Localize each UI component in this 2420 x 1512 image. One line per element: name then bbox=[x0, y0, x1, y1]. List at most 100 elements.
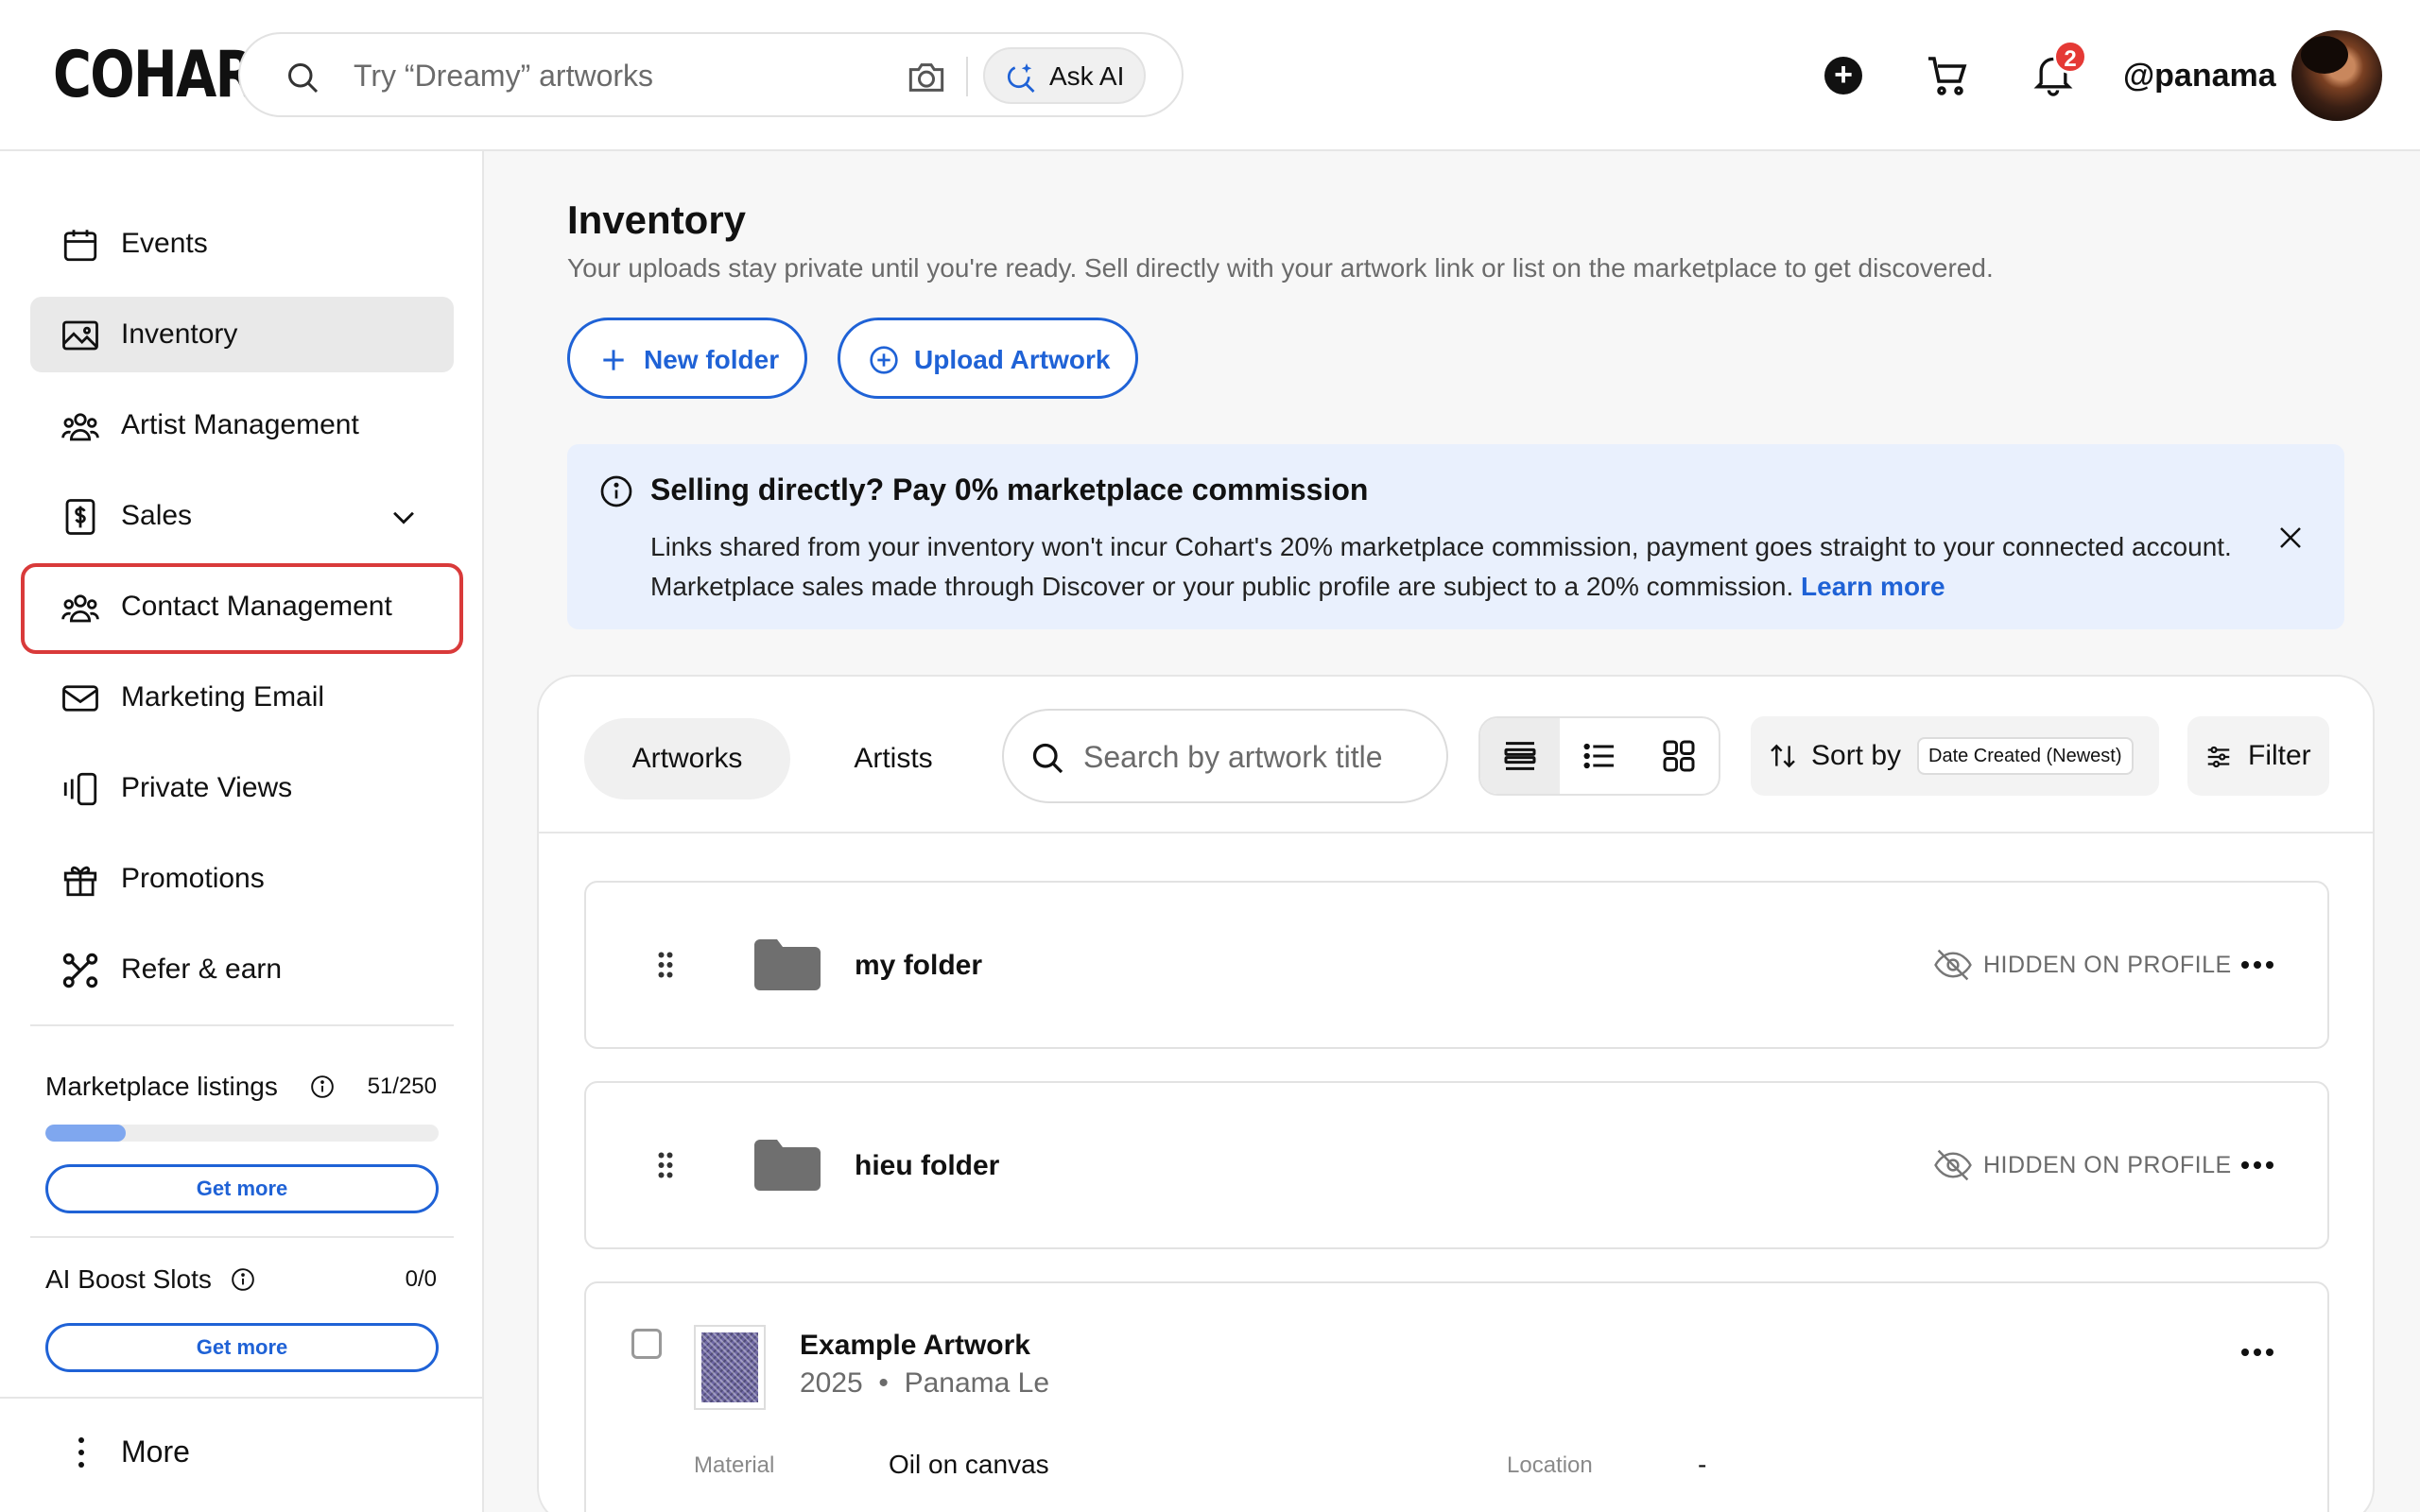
calendar-icon bbox=[63, 230, 97, 262]
more-menu-label[interactable]: More bbox=[121, 1431, 190, 1472]
sort-value-chip: Date Created (Newest) bbox=[1917, 737, 2134, 775]
marketplace-get-more-button[interactable]: Get more bbox=[45, 1164, 439, 1213]
sidebar-item-inventory[interactable]: Inventory bbox=[30, 297, 454, 372]
sidebar-item-marketing-email[interactable]: Marketing Email bbox=[30, 660, 454, 735]
list-icon bbox=[1583, 743, 1614, 769]
sidebar-item-label: Private Views bbox=[121, 772, 293, 803]
info-icon[interactable] bbox=[231, 1267, 255, 1292]
sidebar-item-private-views[interactable]: Private Views bbox=[30, 750, 454, 826]
folder-icon bbox=[754, 939, 821, 990]
more-horizontal-icon[interactable] bbox=[2240, 960, 2274, 970]
sidebar-item-label: Refer & earn bbox=[121, 954, 283, 985]
sort-arrows-icon bbox=[1771, 744, 1795, 768]
plus-circle-icon bbox=[870, 346, 898, 374]
banner-title: Selling directly? Pay 0% marketplace com… bbox=[650, 472, 1369, 507]
sidebar-item-refer-earn[interactable]: Refer & earn bbox=[30, 932, 454, 1007]
page-subtitle: Your uploads stay private until you're r… bbox=[567, 253, 1994, 283]
drag-handle-icon[interactable] bbox=[656, 951, 675, 979]
view-mode-toggle bbox=[1478, 716, 1720, 796]
top-header: COHART Try “Dreamy” artworks Ask AI + 2 … bbox=[0, 0, 2420, 151]
sort-by-button[interactable]: Sort by Date Created (Newest) bbox=[1751, 716, 2159, 796]
new-folder-label: New folder bbox=[644, 345, 780, 374]
toolbar-divider bbox=[539, 832, 2373, 833]
sidebar-item-promotions[interactable]: Promotions bbox=[30, 841, 454, 917]
close-icon[interactable] bbox=[2276, 524, 2305, 552]
tab-artworks[interactable]: Artworks bbox=[584, 718, 790, 799]
marketplace-listings-title: Marketplace listings bbox=[45, 1072, 278, 1101]
folder-name[interactable]: my folder bbox=[855, 947, 982, 985]
progress-fill bbox=[45, 1125, 126, 1142]
visibility-status: HIDDEN ON PROFILE bbox=[1983, 1152, 2232, 1178]
gift-icon bbox=[63, 866, 97, 897]
folder-icon bbox=[754, 1140, 821, 1191]
more-horizontal-icon[interactable] bbox=[2240, 1348, 2274, 1357]
create-plus-icon[interactable]: + bbox=[1824, 57, 1862, 94]
ask-ai-button[interactable]: Ask AI bbox=[983, 47, 1146, 104]
tab-artists[interactable]: Artists bbox=[821, 718, 966, 799]
sidebar-item-events[interactable]: Events bbox=[30, 206, 454, 282]
folder-row[interactable]: hieu folder HIDDEN ON PROFILE bbox=[584, 1081, 2329, 1249]
sidebar-divider bbox=[30, 1024, 454, 1026]
private-views-icon bbox=[63, 772, 97, 806]
sidebar-item-label: Inventory bbox=[121, 318, 238, 350]
more-vertical-icon[interactable] bbox=[78, 1436, 85, 1469]
learn-more-link[interactable]: Learn more bbox=[1801, 572, 1945, 601]
folder-row[interactable]: my folder HIDDEN ON PROFILE bbox=[584, 881, 2329, 1049]
artwork-thumbnail[interactable] bbox=[694, 1325, 766, 1410]
search-separator bbox=[966, 57, 968, 96]
sliders-icon bbox=[2207, 746, 2230, 768]
mail-icon bbox=[62, 685, 98, 712]
sidebar-item-artist-management[interactable]: Artist Management bbox=[30, 387, 454, 463]
banner-body-text: Links shared from your inventory won't i… bbox=[650, 532, 2232, 601]
sidebar-item-sales[interactable]: Sales bbox=[30, 478, 454, 554]
artwork-row[interactable]: Example Artwork 2025 • Panama Le Materia… bbox=[584, 1281, 2329, 1512]
artwork-title[interactable]: Example Artwork bbox=[800, 1327, 1030, 1365]
username-label[interactable]: @panama bbox=[2123, 55, 2276, 96]
list-view-button[interactable] bbox=[1560, 718, 1639, 794]
drag-handle-icon[interactable] bbox=[656, 1151, 675, 1179]
meta-separator: • bbox=[878, 1367, 889, 1399]
commission-banner: Selling directly? Pay 0% marketplace com… bbox=[567, 444, 2344, 629]
material-label: Material bbox=[694, 1452, 775, 1478]
search-icon bbox=[1032, 743, 1063, 774]
artwork-search-input[interactable]: Search by artwork title bbox=[1083, 737, 1383, 777]
upload-artwork-button[interactable]: Upload Artwork bbox=[838, 318, 1138, 399]
artwork-select-checkbox[interactable] bbox=[631, 1329, 662, 1359]
folder-name[interactable]: hieu folder bbox=[855, 1147, 999, 1185]
avatar[interactable] bbox=[2291, 30, 2382, 121]
visibility-status: HIDDEN ON PROFILE bbox=[1983, 952, 2232, 978]
sidebar-item-label: Promotions bbox=[121, 863, 265, 894]
dollar-doc-icon bbox=[65, 499, 95, 535]
eye-off-icon bbox=[1934, 949, 1972, 981]
filter-label: Filter bbox=[2248, 740, 2311, 771]
info-icon bbox=[600, 475, 632, 507]
grid-icon bbox=[1663, 740, 1695, 772]
grid-view-button[interactable] bbox=[1639, 718, 1719, 794]
sidebar-item-label: Events bbox=[121, 228, 208, 259]
global-search-bar[interactable]: Try “Dreamy” artworks Ask AI bbox=[238, 32, 1184, 117]
marketplace-listings-progress bbox=[45, 1125, 439, 1142]
search-icon bbox=[288, 63, 319, 94]
notification-badge: 2 bbox=[2053, 40, 2087, 74]
artwork-search-bar[interactable]: Search by artwork title bbox=[1002, 709, 1448, 803]
contact-management-highlight bbox=[21, 563, 463, 654]
filter-button[interactable]: Filter bbox=[2187, 716, 2329, 796]
cart-icon[interactable] bbox=[1925, 53, 1970, 98]
ask-ai-label: Ask AI bbox=[1049, 61, 1125, 91]
sidebar-divider bbox=[30, 1236, 454, 1238]
new-folder-button[interactable]: New folder bbox=[567, 318, 807, 399]
compact-list-view-button[interactable] bbox=[1480, 718, 1560, 794]
info-icon[interactable] bbox=[310, 1074, 335, 1099]
sidebar-item-label: Sales bbox=[121, 500, 193, 531]
more-horizontal-icon[interactable] bbox=[2240, 1160, 2274, 1170]
chevron-down-icon[interactable] bbox=[388, 501, 420, 533]
sidebar-item-label: Artist Management bbox=[121, 409, 359, 440]
ai-boost-get-more-button[interactable]: Get more bbox=[45, 1323, 439, 1372]
ai-sparkle-search-icon bbox=[1007, 63, 1035, 93]
global-search-input[interactable]: Try “Dreamy” artworks bbox=[354, 57, 653, 94]
banner-body: Links shared from your inventory won't i… bbox=[650, 527, 2276, 607]
users-icon bbox=[61, 413, 99, 441]
camera-icon[interactable] bbox=[906, 59, 947, 96]
eye-off-icon bbox=[1934, 1149, 1972, 1181]
sidebar: Events Inventory Artist Management Sales… bbox=[0, 151, 484, 1512]
